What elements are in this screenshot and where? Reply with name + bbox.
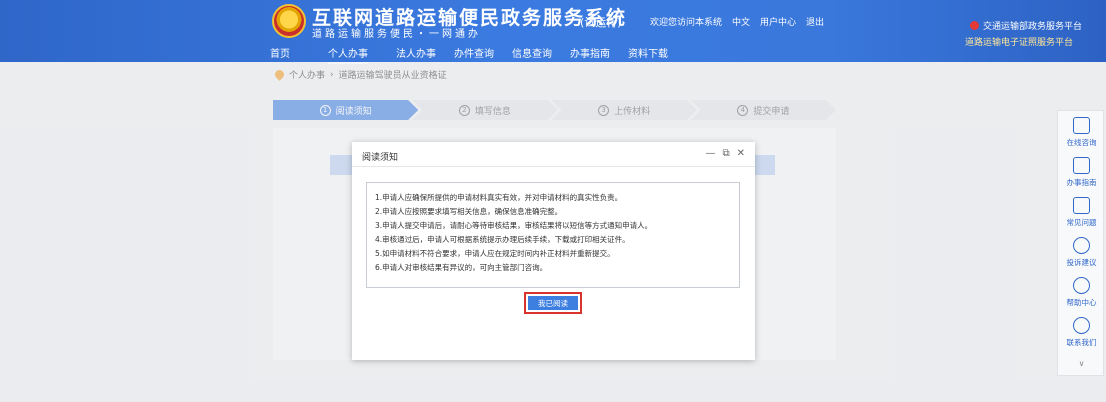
- close-icon[interactable]: ✕: [737, 148, 745, 159]
- phone-icon: [1073, 317, 1090, 334]
- nav-personal[interactable]: 个人办事: [328, 43, 368, 64]
- cert-platform-link[interactable]: 道路运输电子证照服务平台: [965, 35, 1073, 48]
- top-links: 欢迎您访问本系统 中文 用户中心 退出: [650, 15, 824, 28]
- toolbar-label: 投诉建议: [1066, 258, 1097, 267]
- notice-dialog: 阅读须知 — ⧉ ✕ 1.申请人应确保所提供的申请材料真实有效，并对申请材料的真…: [352, 142, 755, 360]
- confirm-highlight: 我已阅读: [524, 292, 582, 314]
- toolbar-label: 帮助中心: [1066, 298, 1097, 307]
- notice-line: 4.审核通过后，申请人可根据系统提示办理后续手续，下载或打印相关证件。: [375, 235, 630, 244]
- right-toolbar: 在线咨询 办事指南 常见问题 投诉建议 帮助中心 联系我们 ∨: [1057, 110, 1104, 376]
- dialog-controls: — ⧉ ✕: [705, 148, 745, 159]
- nav-downloads[interactable]: 资料下载: [628, 43, 686, 64]
- toolbar-faq[interactable]: 常见问题: [1058, 197, 1105, 228]
- toolbar-label: 联系我们: [1066, 338, 1097, 347]
- phone-device-icon: [1073, 197, 1090, 214]
- dialog-title: 阅读须知: [362, 153, 399, 163]
- platform-badge-icon: [970, 21, 979, 30]
- nav-case-query[interactable]: 办件查询: [454, 43, 512, 64]
- notice-line: 2.申请人应按照要求填写相关信息，确保信息准确完整。: [375, 207, 563, 216]
- platform-link-label: 交通运输部政务服务平台: [983, 22, 1083, 32]
- language-link[interactable]: 中文: [732, 15, 750, 28]
- question-icon: [1073, 277, 1090, 294]
- trial-label: (试运行): [580, 16, 622, 29]
- site-header: 互联网道路运输便民政务服务系统 道路运输服务便民・一网通办 (试运行) 欢迎您访…: [0, 0, 1106, 64]
- nav-guide[interactable]: 办事指南: [570, 43, 628, 64]
- dialog-divider: [352, 166, 755, 167]
- nav-info-query[interactable]: 信息查询: [512, 43, 570, 64]
- toolbar-label: 办事指南: [1066, 178, 1097, 187]
- notice-text-box[interactable]: 1.申请人应确保所提供的申请材料真实有效，并对申请材料的真实性负责。 2.申请人…: [366, 182, 740, 288]
- feedback-icon: [1073, 237, 1090, 254]
- minimize-icon[interactable]: —: [705, 148, 715, 159]
- maximize-icon[interactable]: ⧉: [722, 148, 729, 159]
- chat-icon: [1073, 157, 1090, 174]
- notice-line: 3.申请人提交申请后，请耐心等待审核结果，审核结果将以短信等方式通知申请人。: [375, 221, 653, 230]
- notice-line: 1.申请人应确保所提供的申请材料真实有效，并对申请材料的真实性负责。: [375, 193, 623, 202]
- toolbar-label: 在线咨询: [1066, 138, 1097, 147]
- toolbar-label: 常见问题: [1066, 218, 1097, 227]
- document-icon: [1073, 117, 1090, 134]
- main-nav: 首页 个人办事 法人办事 办件查询 信息查询 办事指南 资料下载: [270, 43, 686, 64]
- platform-link[interactable]: 交通运输部政务服务平台: [970, 19, 1082, 32]
- user-center-link[interactable]: 用户中心: [760, 15, 796, 28]
- toolbar-contact[interactable]: 联系我们: [1058, 317, 1105, 348]
- toolbar-guide[interactable]: 办事指南: [1058, 157, 1105, 188]
- logout-link[interactable]: 退出: [806, 15, 824, 28]
- toolbar-help[interactable]: 帮助中心: [1058, 277, 1105, 308]
- chevron-down-icon[interactable]: ∨: [1058, 359, 1105, 368]
- site-subtitle: 道路运输服务便民・一网通办: [312, 29, 481, 40]
- national-emblem-icon: [272, 4, 306, 38]
- notice-line: 6.申请人对审核结果有异议的，可向主管部门咨询。: [375, 263, 548, 272]
- confirm-read-button[interactable]: 我已阅读: [528, 296, 578, 310]
- toolbar-consult[interactable]: 在线咨询: [1058, 117, 1105, 148]
- toolbar-complaint[interactable]: 投诉建议: [1058, 237, 1105, 268]
- notice-line: 5.如申请材料不符合要求，申请人应在规定时间内补正材料并重新提交。: [375, 249, 615, 258]
- welcome-text: 欢迎您访问本系统: [650, 18, 723, 28]
- nav-corporate[interactable]: 法人办事: [396, 43, 454, 64]
- nav-home[interactable]: 首页: [270, 43, 328, 64]
